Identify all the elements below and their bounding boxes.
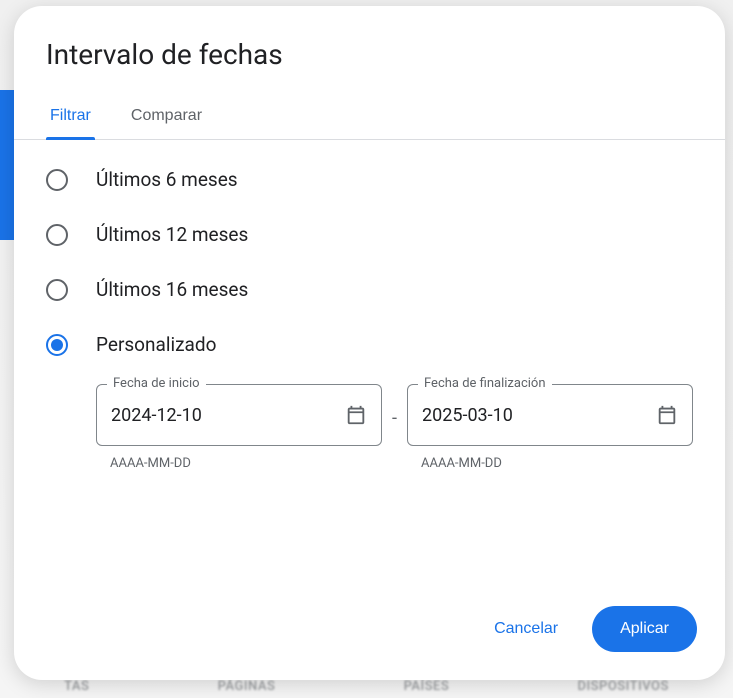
date-separator: - — [392, 408, 397, 429]
radio-icon — [46, 279, 68, 301]
end-date-label: Fecha de finalización — [418, 376, 552, 391]
option-label: Personalizado — [96, 333, 216, 356]
option-label: Últimos 12 meses — [96, 223, 248, 246]
date-range-options: Últimos 6 meses Últimos 12 meses Últimos… — [14, 140, 725, 364]
backdrop-tabs: TAS PÁGINAS PAÍSES DISPOSITIVOS — [0, 679, 733, 694]
backdrop-label: DISPOSITIVOS — [577, 679, 668, 694]
option-label: Últimos 6 meses — [96, 168, 238, 191]
start-date-wrap: Fecha de inicio 2024-12-10 AAAA-MM-DD — [96, 384, 382, 471]
start-date-field[interactable]: Fecha de inicio 2024-12-10 — [96, 384, 382, 446]
backdrop-accent — [0, 90, 14, 240]
modal-footer: Cancelar Aplicar — [14, 586, 725, 680]
start-date-value: 2024-12-10 — [111, 405, 345, 426]
option-12-months[interactable]: Últimos 12 meses — [46, 223, 693, 246]
radio-icon-selected — [46, 334, 68, 356]
tab-compare[interactable]: Comparar — [127, 95, 206, 139]
start-date-label: Fecha de inicio — [107, 376, 206, 391]
modal-title: Intervalo de fechas — [14, 6, 725, 95]
custom-date-inputs: Fecha de inicio 2024-12-10 AAAA-MM-DD - … — [14, 364, 725, 475]
calendar-icon[interactable] — [656, 404, 678, 426]
backdrop-label: PÁGINAS — [218, 679, 276, 694]
cancel-button[interactable]: Cancelar — [480, 610, 572, 648]
end-date-wrap: Fecha de finalización 2025-03-10 AAAA-MM… — [407, 384, 693, 471]
backdrop-label: PAÍSES — [404, 679, 450, 694]
end-date-value: 2025-03-10 — [422, 405, 656, 426]
option-custom[interactable]: Personalizado — [46, 333, 693, 356]
apply-button[interactable]: Aplicar — [592, 606, 697, 652]
option-label: Últimos 16 meses — [96, 278, 248, 301]
option-6-months[interactable]: Últimos 6 meses — [46, 168, 693, 191]
radio-icon — [46, 224, 68, 246]
backdrop-label: TAS — [64, 679, 89, 694]
option-16-months[interactable]: Últimos 16 meses — [46, 278, 693, 301]
tab-bar: Filtrar Comparar — [14, 95, 725, 140]
date-range-modal: Intervalo de fechas Filtrar Comparar Últ… — [14, 6, 725, 680]
start-date-format-hint: AAAA-MM-DD — [96, 446, 382, 471]
radio-icon — [46, 169, 68, 191]
end-date-field[interactable]: Fecha de finalización 2025-03-10 — [407, 384, 693, 446]
calendar-icon[interactable] — [345, 404, 367, 426]
tab-filter[interactable]: Filtrar — [46, 95, 95, 139]
end-date-format-hint: AAAA-MM-DD — [407, 446, 693, 471]
